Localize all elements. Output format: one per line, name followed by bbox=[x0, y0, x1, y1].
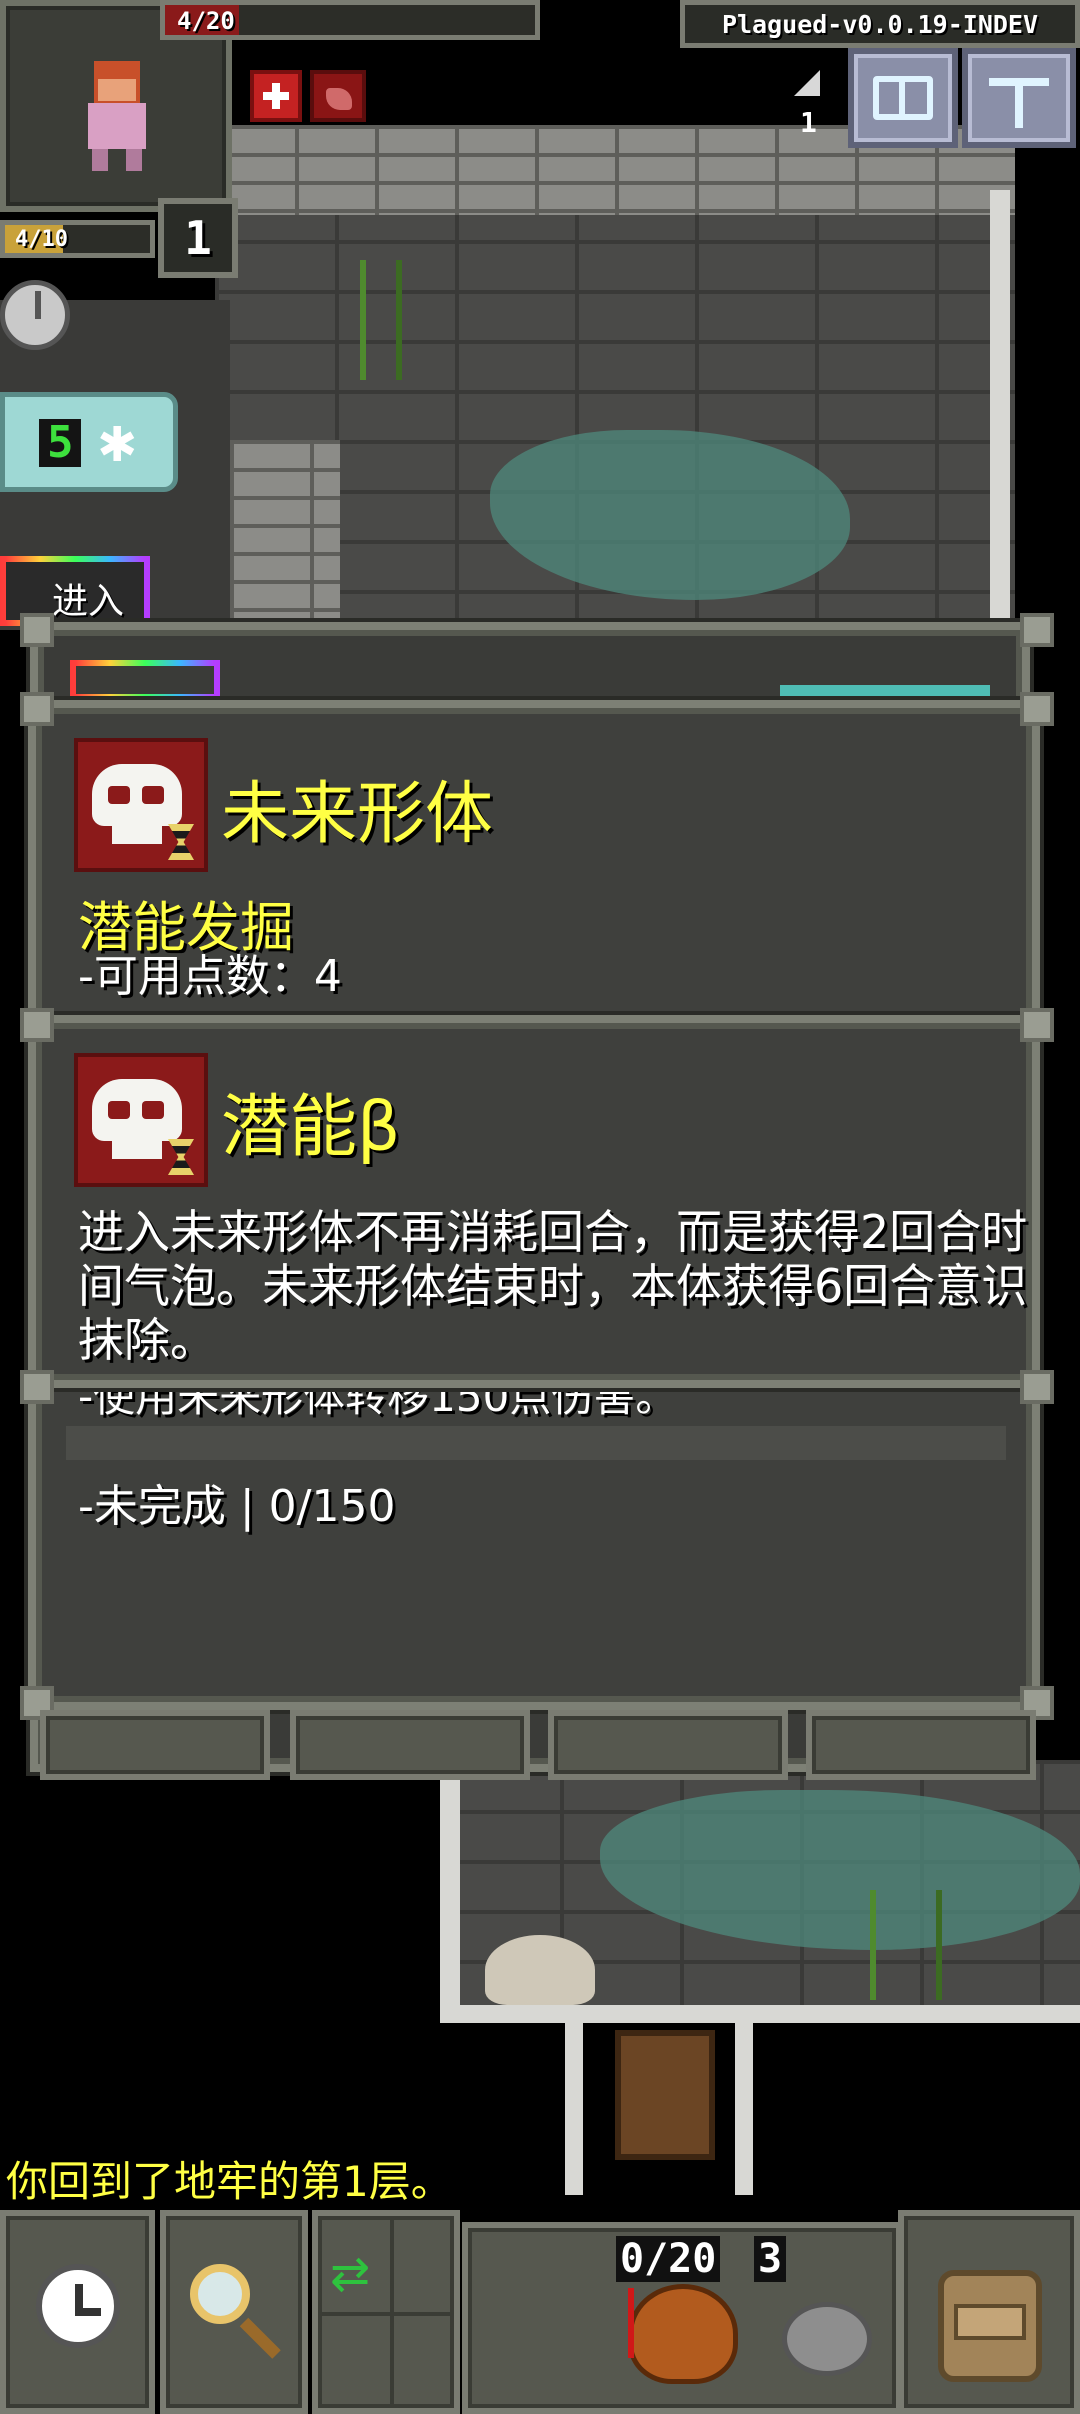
waterskin-icon bbox=[628, 2284, 738, 2384]
talent-detail-description: 进入未来形体不再消耗回合，而是获得2回合时间气泡。未来形体结束时，本体获得6回合… bbox=[78, 1205, 1028, 1367]
points-line: -可用点数：4 bbox=[78, 951, 342, 1002]
version-label: Plagued-v0.0.19-INDEV bbox=[680, 0, 1080, 48]
corridor-wall-left bbox=[565, 2005, 583, 2195]
swap-icon: ⇄ bbox=[330, 2246, 371, 2302]
corner-stud bbox=[20, 1370, 54, 1404]
enter-label: 进入 bbox=[52, 581, 125, 622]
pillar bbox=[230, 440, 340, 630]
exp-text: 4/10 bbox=[15, 227, 68, 252]
skull-hourglass-icon bbox=[74, 1053, 208, 1187]
corner-stud bbox=[20, 613, 54, 647]
talent-window-title: 未来形体 bbox=[221, 775, 494, 854]
corridor-wall-right bbox=[735, 2005, 753, 2195]
health-buff-icon[interactable] bbox=[250, 70, 302, 122]
tab-rainbow[interactable] bbox=[70, 660, 220, 700]
hp-bar: 4/20 bbox=[160, 0, 540, 40]
talent-detail-window: 潜能β 进入未来形体不再消耗回合，而是获得2回合时间气泡。未来形体结束时，本体获… bbox=[28, 1015, 1040, 1388]
stone-icon bbox=[782, 2302, 872, 2376]
exp-bar: 4/10 bbox=[0, 220, 155, 258]
wait-button[interactable] bbox=[0, 2210, 155, 2414]
hero-portrait[interactable] bbox=[76, 61, 156, 171]
corner-stud bbox=[20, 692, 54, 726]
quickslot-1[interactable]: 0/20 3 bbox=[462, 2222, 902, 2414]
wait-icon bbox=[36, 2264, 120, 2348]
sparkle-icon: ✱ bbox=[97, 417, 138, 473]
tab-cyan[interactable] bbox=[780, 685, 990, 699]
hp-text: 4/20 bbox=[177, 7, 235, 35]
lower-wall-edge-bottom bbox=[440, 2005, 1080, 2023]
wall-edge-right bbox=[990, 190, 1010, 630]
item-slot[interactable] bbox=[40, 1710, 270, 1780]
talent-detail-title: 潜能β bbox=[221, 1088, 401, 1167]
depth-text: 1 bbox=[800, 106, 817, 139]
quickslot-count: 0/20 bbox=[616, 2236, 721, 2282]
stone-count: 3 bbox=[754, 2236, 787, 2282]
busy-count: 5 bbox=[47, 417, 74, 468]
backpack-icon bbox=[938, 2270, 1042, 2382]
corner-stud bbox=[1020, 692, 1054, 726]
item-slot[interactable] bbox=[290, 1710, 530, 1780]
progress-text: -未完成 | 0/150 bbox=[78, 1481, 396, 1532]
corner-stud bbox=[1020, 1008, 1054, 1042]
corner-stud bbox=[1020, 1370, 1054, 1404]
menu-icon bbox=[989, 68, 1049, 128]
level-text: 1 bbox=[184, 211, 212, 265]
item-slot[interactable] bbox=[548, 1710, 788, 1780]
journal-button[interactable] bbox=[848, 48, 958, 148]
search-button[interactable] bbox=[160, 2210, 308, 2414]
quickslot-swap[interactable]: ⇄ bbox=[312, 2210, 460, 2414]
wooden-door[interactable] bbox=[615, 2030, 715, 2160]
corner-stud bbox=[20, 1008, 54, 1042]
backpack-button[interactable] bbox=[898, 2210, 1080, 2414]
progress-bar bbox=[66, 1426, 1006, 1460]
grass-tuft bbox=[360, 260, 402, 380]
item-slot[interactable] bbox=[806, 1710, 1036, 1780]
menu-button[interactable] bbox=[962, 48, 1076, 148]
skull-hourglass-icon bbox=[74, 738, 208, 872]
search-icon bbox=[190, 2264, 250, 2324]
level-badge: 1 bbox=[158, 198, 238, 278]
bleeding-buff-icon[interactable] bbox=[310, 70, 366, 122]
lower-wall-edge-left bbox=[440, 1760, 460, 2020]
grass-tuft-lower bbox=[870, 1890, 942, 2000]
busy-indicator bbox=[0, 280, 70, 350]
game-log-message: 你回到了地牢的第1层。 bbox=[6, 2157, 453, 2206]
boulder bbox=[485, 1935, 595, 2005]
corner-stud bbox=[1020, 613, 1054, 647]
journal-icon bbox=[873, 76, 933, 120]
danger-indicator-icon[interactable]: 1 bbox=[790, 70, 830, 140]
action-indicator[interactable]: 5 ✱ bbox=[0, 392, 178, 492]
